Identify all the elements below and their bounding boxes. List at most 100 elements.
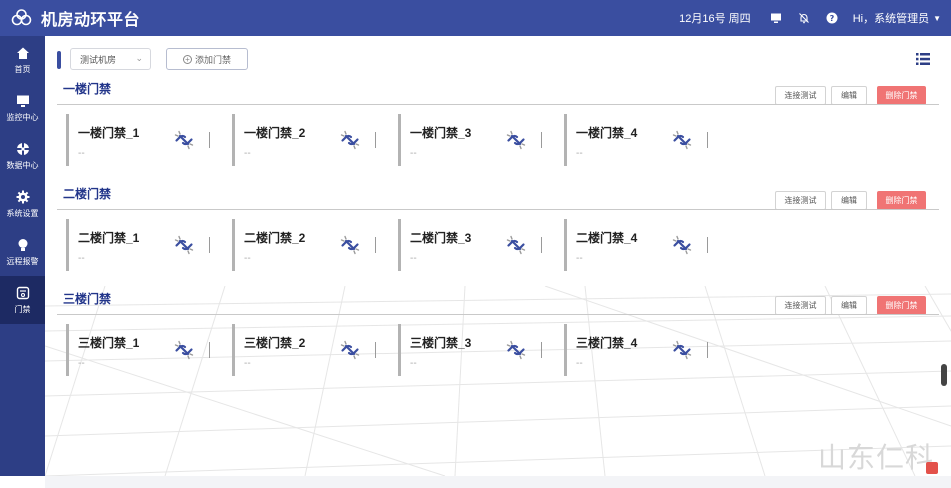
card-accent-bar (398, 114, 401, 166)
alarm-bulb-icon (15, 237, 31, 253)
sidebar-item-settings[interactable]: 系统设置 (0, 180, 45, 228)
door-name: 三楼门禁_2 (244, 336, 306, 350)
monitor-icon (15, 93, 31, 109)
user-menu[interactable]: Hi，系统管理员 ▼ (853, 10, 941, 26)
disconnected-link-icon[interactable] (670, 128, 694, 152)
card-accent-bar (564, 219, 567, 271)
app-logo: 机房动环平台 (11, 6, 140, 30)
chevron-down-icon: ▼ (933, 13, 941, 23)
edit-button[interactable]: 编辑 (831, 296, 867, 315)
door-card: 三楼门禁_3 -- (398, 324, 548, 376)
door-card: 二楼门禁_2 -- (232, 219, 382, 271)
room-select[interactable]: 测试机房 ⌄ (70, 48, 151, 70)
scrollbar-thumb[interactable] (941, 364, 947, 386)
delete-door-button[interactable]: 删除门禁 (877, 191, 926, 210)
door-status: -- (244, 358, 251, 369)
door-status: -- (78, 253, 85, 264)
card-divider (707, 237, 708, 253)
door-status: -- (244, 253, 251, 264)
card-accent-bar (66, 114, 69, 166)
door-name: 二楼门禁_2 (244, 231, 306, 245)
door-name: 一楼门禁_4 (576, 126, 638, 140)
door-card: 三楼门禁_2 -- (232, 324, 382, 376)
app-title: 机房动环平台 (41, 12, 141, 29)
card-divider (209, 342, 210, 358)
sidebar-item-label: 系统设置 (6, 209, 39, 218)
door-card: 三楼门禁_1 -- (66, 324, 216, 376)
connection-test-button[interactable]: 连接测试 (775, 296, 826, 315)
door-card: 一楼门禁_3 -- (398, 114, 548, 166)
disconnected-link-icon[interactable] (338, 233, 362, 257)
card-divider (209, 237, 210, 253)
cloud-logo-icon (11, 9, 32, 26)
help-icon[interactable]: ? (825, 11, 839, 25)
door-access-icon (15, 285, 31, 301)
bell-off-icon[interactable] (797, 11, 811, 25)
disconnected-link-icon[interactable] (670, 338, 694, 362)
card-accent-bar (398, 219, 401, 271)
add-door-button[interactable]: + 添加门禁 (166, 48, 248, 70)
card-accent-bar (564, 114, 567, 166)
card-accent-bar (232, 219, 235, 271)
delete-door-button[interactable]: 删除门禁 (877, 86, 926, 105)
door-name: 一楼门禁_1 (78, 126, 140, 140)
door-name: 二楼门禁_1 (78, 231, 140, 245)
sidebar-item-label: 首页 (14, 65, 31, 74)
sidebar-item-data[interactable]: 数据中心 (0, 132, 45, 180)
sidebar-item-monitor[interactable]: 监控中心 (0, 84, 45, 132)
disconnected-link-icon[interactable] (172, 128, 196, 152)
card-divider (541, 342, 542, 358)
edit-button[interactable]: 编辑 (831, 191, 867, 210)
card-divider (375, 132, 376, 148)
section-divider (57, 104, 939, 105)
disconnected-link-icon[interactable] (504, 128, 528, 152)
disconnected-link-icon[interactable] (172, 338, 196, 362)
disconnected-link-icon[interactable] (504, 338, 528, 362)
add-door-label: 添加门禁 (194, 54, 231, 65)
disconnected-link-icon[interactable] (670, 233, 694, 257)
card-divider (707, 132, 708, 148)
card-accent-bar (398, 324, 401, 376)
sidebar-item-alarm[interactable]: 远程报警 (0, 228, 45, 276)
door-name: 三楼门禁_4 (576, 336, 638, 350)
door-status: -- (410, 253, 417, 264)
card-divider (375, 237, 376, 253)
room-select-value: 测试机房 (80, 54, 117, 65)
door-card: 二楼门禁_4 -- (564, 219, 714, 271)
card-accent-bar (66, 324, 69, 376)
door-name: 三楼门禁_3 (410, 336, 472, 350)
toolbar-accent (57, 51, 61, 69)
delete-door-button[interactable]: 删除门禁 (877, 296, 926, 315)
door-card: 一楼门禁_2 -- (232, 114, 382, 166)
list-view-icon[interactable] (916, 52, 930, 66)
sidebar-item-home[interactable]: 首页 (0, 36, 45, 84)
door-card: 三楼门禁_4 -- (564, 324, 714, 376)
card-accent-bar (564, 324, 567, 376)
section-divider (57, 209, 939, 210)
section-divider (57, 314, 939, 315)
sidebar-item-door-access[interactable]: 门禁 (0, 276, 45, 324)
monitor-icon[interactable] (769, 11, 783, 25)
section-floor-1: 一楼门禁 连接测试 编辑 删除门禁 一楼门禁_1 -- 一楼门禁_2 -- 一楼… (45, 80, 951, 176)
disconnected-link-icon[interactable] (504, 233, 528, 257)
toolbar: 测试机房 ⌄ + 添加门禁 (45, 46, 951, 72)
card-accent-bar (232, 324, 235, 376)
sidebar-item-label: 远程报警 (6, 257, 39, 266)
data-icon (15, 141, 31, 157)
disconnected-link-icon[interactable] (172, 233, 196, 257)
card-divider (541, 132, 542, 148)
disconnected-link-icon[interactable] (338, 338, 362, 362)
disconnected-link-icon[interactable] (338, 128, 362, 152)
edit-button[interactable]: 编辑 (831, 86, 867, 105)
door-status: -- (410, 358, 417, 369)
chevron-down-icon: ⌄ (135, 53, 143, 63)
card-divider (707, 342, 708, 358)
card-divider (209, 132, 210, 148)
connection-test-button[interactable]: 连接测试 (775, 86, 826, 105)
bottom-strip (45, 476, 951, 488)
door-card: 二楼门禁_1 -- (66, 219, 216, 271)
card-accent-bar (232, 114, 235, 166)
sidebar-item-label: 门禁 (14, 305, 31, 314)
sidebar-item-label: 数据中心 (6, 161, 39, 170)
connection-test-button[interactable]: 连接测试 (775, 191, 826, 210)
